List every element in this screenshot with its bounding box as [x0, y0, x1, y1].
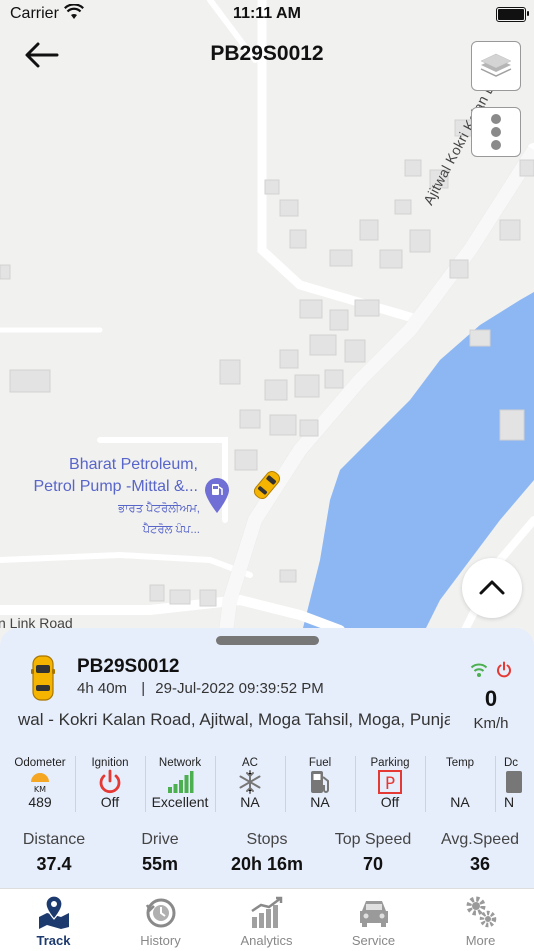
- battery-icon: [496, 7, 529, 22]
- status-bar: Carrier 11:11 AM: [0, 0, 534, 28]
- parking-glyph: P: [385, 774, 395, 794]
- temperature-icon: [425, 770, 495, 794]
- param-value: N: [504, 794, 515, 810]
- power-icon: [75, 769, 145, 794]
- tab-label: History: [140, 933, 181, 948]
- param-label: Fuel: [308, 757, 332, 769]
- map-pin-icon: [0, 889, 107, 929]
- param-value: Off: [100, 794, 120, 810]
- analytics-icon: [213, 889, 320, 929]
- vehicle-timestamp: 29-Jul-2022 09:39:52 PM: [155, 680, 324, 697]
- vehicle-params-row[interactable]: Odometer KM 489 Ignition Off Network Exc…: [0, 756, 534, 812]
- poi-local-line2: ਪੈਟਰੋਲ ਪੰਪ...: [142, 524, 200, 536]
- wifi-signal-icon: [470, 663, 488, 677]
- vehicle-info-sheet: PB29S0012 4h 40m | 29-Jul-2022 09:39:52 …: [0, 628, 534, 888]
- param-parking: Parking P Off: [355, 756, 426, 812]
- poi-local-label: ਭਾਰਤ ਪੈਟਰੋਲੀਅਮ, ਪੈਟਰੋਲ ਪੰਪ...: [100, 499, 200, 541]
- expand-sheet-button[interactable]: [462, 558, 522, 618]
- param-temp: Temp NA: [425, 756, 496, 812]
- stat-value: 70: [362, 854, 384, 874]
- tab-label: Analytics: [240, 933, 293, 948]
- odometer-icon: KM: [5, 770, 75, 794]
- more-options-button[interactable]: [471, 107, 521, 157]
- tab-label: Track: [36, 933, 71, 948]
- vehicle-marker-icon[interactable]: [250, 468, 284, 502]
- vehicle-duration: 4h 40m: [77, 680, 128, 697]
- stat-label: Drive: [141, 831, 179, 848]
- tab-more[interactable]: More: [427, 889, 534, 951]
- poi-label[interactable]: Bharat Petroleum, Petrol Pump -Mittal &.…: [10, 454, 199, 498]
- speed-value: 0: [484, 686, 498, 711]
- stat-stops: Stops 20h 16m: [213, 830, 321, 878]
- param-odometer: Odometer KM 489: [5, 756, 76, 812]
- param-value: Off: [380, 794, 400, 810]
- param-ignition: Ignition Off: [75, 756, 146, 812]
- param-label: Dc: [504, 757, 519, 769]
- stat-value: 20h 16m: [230, 854, 304, 874]
- parking-icon: P: [355, 770, 425, 794]
- stat-avg-speed: Avg.Speed 36: [426, 830, 534, 878]
- param-label: Network: [158, 757, 202, 769]
- param-label: Odometer: [14, 757, 66, 769]
- tab-service[interactable]: Service: [320, 889, 427, 951]
- poi-name-line1: Bharat Petroleum,: [69, 456, 198, 473]
- param-label: AC: [242, 757, 258, 769]
- param-value: Excellent: [151, 794, 209, 810]
- trip-stats-row: Distance 37.4 Drive 55m Stops 20h 16m To…: [0, 830, 534, 884]
- stat-distance: Distance 37.4: [0, 830, 108, 878]
- map-canvas: [0, 0, 534, 640]
- fuel-pump-icon: [285, 770, 355, 794]
- signal-bars-icon: [145, 770, 215, 794]
- param-label: Temp: [445, 757, 475, 769]
- stat-top-speed: Top Speed 70: [319, 830, 427, 878]
- tab-label: More: [465, 933, 496, 948]
- param-network: Network Excellent: [145, 756, 216, 812]
- vertical-dots-icon: [491, 114, 501, 150]
- param-ac: AC NA: [215, 756, 286, 812]
- param-label: Ignition: [91, 757, 129, 769]
- stat-drive: Drive 55m: [106, 830, 214, 878]
- sheet-drag-handle[interactable]: [216, 636, 319, 645]
- vehicle-address: wal - Kokri Kalan Road, Ajitwal, Moga Ta…: [18, 710, 450, 729]
- param-value: NA: [240, 794, 260, 810]
- odometer-unit: KM: [34, 785, 46, 794]
- page-title: PB29S0012: [210, 42, 324, 65]
- snowflake-icon: [215, 770, 285, 794]
- tab-track[interactable]: Track: [0, 889, 107, 951]
- map-view[interactable]: Ajitwal Kokri Kalan Link R n Link Road B…: [0, 0, 534, 640]
- bottom-tab-bar: Track History Analytics Service More: [0, 888, 534, 951]
- stat-label: Distance: [22, 831, 86, 848]
- param-value: NA: [310, 794, 330, 810]
- stat-value: 37.4: [36, 854, 72, 874]
- door-icon: [504, 770, 534, 794]
- vehicle-meta: 4h 40m | 29-Jul-2022 09:39:52 PM: [77, 680, 324, 697]
- param-door: Dc N: [496, 756, 534, 812]
- param-value: 489: [28, 794, 52, 810]
- stat-value: 55m: [141, 854, 179, 874]
- stat-label: Stops: [246, 831, 288, 848]
- car-service-icon: [320, 889, 427, 929]
- tab-history[interactable]: History: [107, 889, 214, 951]
- layers-icon: [480, 53, 512, 77]
- tab-label: Service: [351, 933, 396, 948]
- stat-label: Avg.Speed: [441, 831, 519, 848]
- stat-label: Top Speed: [334, 831, 412, 848]
- tab-analytics[interactable]: Analytics: [213, 889, 320, 951]
- param-value: NA: [450, 794, 470, 810]
- history-icon: [107, 889, 214, 929]
- vehicle-status-icons: [470, 660, 518, 680]
- clock: 11:11 AM: [233, 5, 301, 22]
- stat-value: 36: [469, 854, 491, 874]
- param-label: Parking: [370, 757, 410, 769]
- power-status-icon: [497, 661, 511, 678]
- chevron-up-icon: [479, 580, 505, 595]
- map-layers-button[interactable]: [471, 41, 521, 91]
- gears-icon: [427, 889, 534, 929]
- param-fuel: Fuel NA: [285, 756, 356, 812]
- poi-name-line2: Petrol Pump -Mittal &...: [33, 478, 199, 495]
- speed-unit: Km/h: [473, 715, 509, 732]
- vehicle-car-icon: [30, 654, 56, 707]
- vehicle-name: PB29S0012: [77, 656, 180, 677]
- poi-local-line1: ਭਾਰਤ ਪੈਟਰੋਲੀਅਮ,: [118, 503, 200, 515]
